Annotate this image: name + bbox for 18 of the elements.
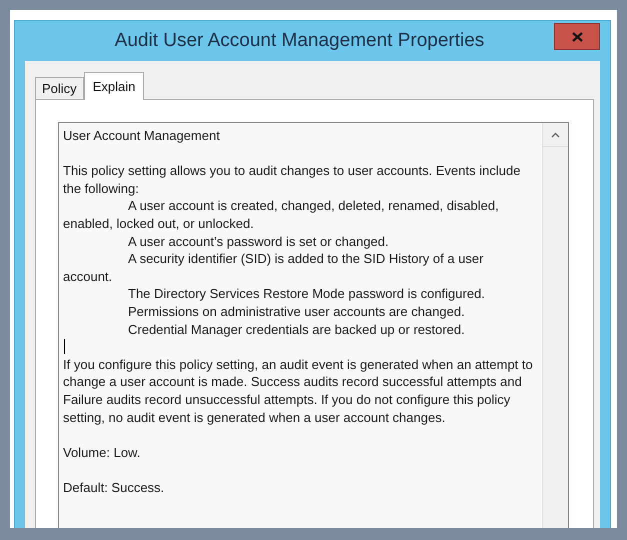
close-button[interactable] <box>554 23 600 50</box>
list-entry: A user account’s password is set or changed. <box>127 232 390 250</box>
paragraph: Default: Success. <box>63 478 166 496</box>
heading-text: User Account Management <box>63 127 221 145</box>
list-entry: A user account is created, changed, deleted, renamed, disabled, enabled, locked out, or unlocked. <box>63 197 500 233</box>
tab[interactable]: Policy <box>35 77 84 99</box>
list-entry: Permissions on administrative user accounts are changed. <box>127 302 466 321</box>
list-entry: A security identifier (SID) is added to the SID History of a user account. <box>63 250 484 286</box>
paragraph: This policy setting allows you to audit changes to user accounts. Events include the following: <box>63 162 522 198</box>
paragraph: If you configure this policy setting, an audit event is generated when an attempt to change a user account is made. Success audits record successful attempts and Failure audits record unsuccessful attempts. If you do not configure this policy setting, no audit event is generated when a user account changes. <box>63 356 534 426</box>
window-title: Audit User Account Management Properties <box>114 28 486 53</box>
text-cursor <box>64 339 65 354</box>
tab[interactable]: Explain <box>84 72 144 100</box>
paragraph: Volume: Low. <box>63 444 142 462</box>
scrollbar[interactable] <box>542 123 568 528</box>
close-icon <box>572 32 582 42</box>
list-entry: Credential Manager credentials are backed up or restored. <box>127 320 466 338</box>
list-entry: The Directory Services Restore Mode password is configured. <box>127 285 486 303</box>
